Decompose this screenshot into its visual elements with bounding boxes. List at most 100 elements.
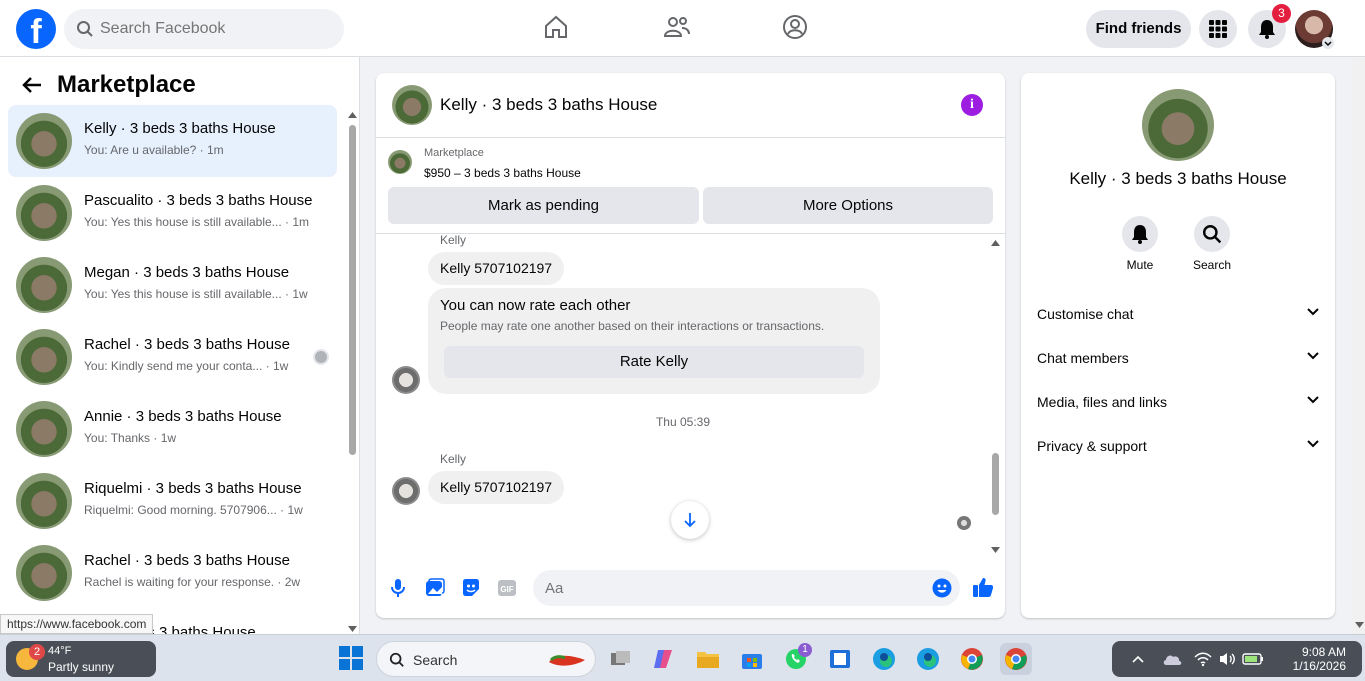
news-app[interactable] [824, 643, 856, 675]
speaker-icon[interactable] [1218, 651, 1236, 667]
task-view-app[interactable] [605, 643, 637, 675]
rate-kelly-button[interactable]: Rate Kelly [444, 346, 864, 378]
listing-price-title[interactable]: $950 – 3 beds 3 baths House [424, 166, 581, 180]
listing-thumbnail [16, 257, 72, 313]
seen-avatar [313, 349, 329, 365]
file-explorer-app[interactable] [692, 643, 724, 675]
chat-members-row[interactable]: Chat members [1037, 343, 1319, 373]
scroll-to-bottom-button[interactable] [671, 501, 709, 539]
search-in-chat-button[interactable]: Search [1182, 216, 1242, 272]
battery-icon[interactable] [1242, 652, 1264, 666]
chili-pepper-icon [549, 655, 585, 666]
arrow-down-icon [684, 513, 696, 528]
conversation-item[interactable]: Pascualito · 3 beds 3 baths House You: Y… [8, 177, 337, 249]
thumbs-up-icon[interactable] [972, 576, 994, 598]
friends-icon[interactable] [663, 14, 691, 40]
info-title: Kelly · 3 beds 3 baths House [1069, 169, 1287, 188]
mute-button[interactable]: Mute [1110, 216, 1170, 272]
photo-icon[interactable] [425, 578, 445, 598]
listing-small-thumbnail[interactable] [388, 150, 412, 174]
bell-icon [1259, 20, 1275, 39]
customise-chat-row[interactable]: Customise chat [1037, 299, 1319, 329]
emoji-icon[interactable] [932, 578, 952, 598]
listing-thumbnail [16, 401, 72, 457]
taskbar-search[interactable]: Search [376, 641, 596, 677]
wifi-icon[interactable] [1194, 651, 1212, 667]
gif-icon[interactable]: GIF [497, 578, 517, 598]
chat-scrollbar[interactable] [990, 238, 1000, 558]
search-facebook-input[interactable] [100, 9, 330, 49]
facebook-logo[interactable]: f [16, 9, 56, 49]
sender-avatar[interactable] [392, 477, 420, 505]
scrollbar-thumb[interactable] [992, 453, 999, 515]
search-icon [77, 21, 93, 37]
onedrive-icon[interactable] [1162, 652, 1182, 666]
row-label: Media, files and links [1037, 394, 1167, 410]
conversation-preview: You: Are u available? · 1m [84, 143, 224, 157]
privacy-support-row[interactable]: Privacy & support [1037, 431, 1319, 461]
microphone-icon[interactable] [391, 578, 405, 598]
message-input[interactable] [533, 570, 960, 606]
row-label: Chat members [1037, 350, 1129, 366]
chrome-app-2[interactable] [1000, 643, 1032, 675]
conversation-item[interactable]: Megan · 3 beds 3 baths House You: Yes th… [8, 249, 337, 321]
back-arrow-icon[interactable] [22, 76, 42, 94]
marketplace-conversation-list: Marketplace Kelly · 3 beds 3 baths House… [0, 57, 360, 634]
conversation-item[interactable]: Rachel · 3 beds 3 baths House You: Kindl… [8, 321, 337, 393]
menu-button[interactable] [1199, 10, 1237, 48]
chrome-app-1[interactable] [956, 643, 988, 675]
edge-icon [917, 648, 939, 670]
media-files-links-row[interactable]: Media, files and links [1037, 387, 1319, 417]
status-url-tooltip: https://www.facebook.com [0, 614, 154, 634]
sticker-icon[interactable] [461, 578, 481, 598]
scrollbar-thumb[interactable] [349, 125, 356, 455]
svg-text:GIF: GIF [500, 585, 513, 594]
chat-info-panel: Kelly · 3 beds 3 baths House Mute Search… [1021, 73, 1335, 618]
conversation-preview: You: Kindly send me your conta... · 1w [84, 359, 289, 373]
more-options-button[interactable]: More Options [703, 187, 993, 224]
microsoft-store-app[interactable] [736, 643, 768, 675]
conversation-item[interactable]: Annie · 3 beds 3 baths House You: Thanks… [8, 393, 337, 465]
notification-count-badge: 3 [1272, 4, 1291, 23]
conversation-item[interactable]: Riquelmi · 3 beds 3 baths House Riquelmi… [8, 465, 337, 537]
conversation-preview: You: Yes this house is still available..… [84, 287, 308, 301]
scroll-down-icon[interactable] [991, 547, 1000, 553]
home-icon[interactable] [543, 14, 569, 40]
scroll-up-icon[interactable] [991, 240, 1000, 246]
windows-start-icon[interactable] [338, 645, 364, 671]
edge-app-2[interactable] [912, 643, 944, 675]
conversation-list-scrollbar[interactable] [347, 60, 357, 634]
info-icon[interactable]: i [961, 94, 983, 116]
conversation-item[interactable]: Kelly · 3 beds 3 baths House You: Are u … [8, 105, 337, 177]
system-clock[interactable]: 9:08 AM 1/16/2026 [1293, 645, 1346, 673]
search-circle[interactable] [1194, 216, 1230, 252]
scroll-down-icon[interactable] [348, 626, 357, 632]
listing-thumbnail [16, 329, 72, 385]
copilot-app[interactable] [648, 643, 680, 675]
chat-title[interactable]: Kelly · 3 beds 3 baths House [440, 95, 657, 115]
weather-widget[interactable]: 2 44°F Partly sunny [6, 641, 156, 677]
row-label: Customise chat [1037, 306, 1134, 322]
message-bubble[interactable]: Kelly 5707102197 [428, 252, 565, 285]
sender-avatar[interactable] [392, 366, 420, 394]
scroll-up-icon[interactable] [348, 112, 357, 118]
info-listing-photo[interactable] [1142, 89, 1214, 161]
system-tray: 9:08 AM 1/16/2026 [1112, 641, 1362, 677]
mark-as-pending-button[interactable]: Mark as pending [388, 187, 699, 224]
chat-header: Kelly · 3 beds 3 baths House i [376, 73, 1005, 138]
message-bubble[interactable]: Kelly 5707102197 [428, 471, 565, 504]
scroll-down-icon[interactable] [1355, 622, 1364, 628]
conversation-item[interactable]: Rachel · 3 beds 3 baths House Rachel is … [8, 537, 337, 609]
profile-circle-icon[interactable] [782, 14, 808, 40]
page-scrollbar[interactable] [1353, 57, 1365, 634]
search-facebook-box[interactable] [64, 9, 344, 49]
conversation-name: Annie · 3 beds 3 baths House [84, 408, 282, 425]
chat-listing-thumbnail[interactable] [392, 85, 432, 125]
edge-app-1[interactable] [868, 643, 900, 675]
chat-panel: Kelly · 3 beds 3 baths House i Marketpla… [376, 73, 1005, 618]
chevron-up-icon[interactable] [1132, 655, 1144, 663]
find-friends-button[interactable]: Find friends [1086, 10, 1191, 48]
conversation-preview: Rachel is waiting for your response. · 2… [84, 575, 301, 589]
marketplace-listing-bar: Marketplace $950 – 3 beds 3 baths House … [376, 138, 1005, 234]
mute-circle[interactable] [1122, 216, 1158, 252]
